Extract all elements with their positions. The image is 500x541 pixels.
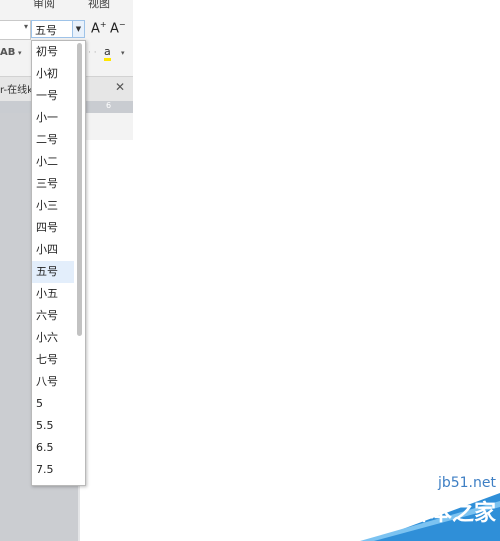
font-size-current-value: 五号 [35,24,57,37]
dropdown-scrollbar-thumb[interactable] [77,43,82,336]
shrink-font-button[interactable]: A− [110,20,126,36]
dropdown-item[interactable]: 初号 [32,41,74,63]
dropdown-item[interactable]: 小一 [32,107,74,129]
tab-review[interactable]: 审阅 [33,0,55,11]
watermark-site: jb51.net [437,475,496,491]
dropdown-item[interactable]: 八号 [32,371,74,393]
dropdown-item[interactable]: 小五 [32,283,74,305]
chevron-down-icon[interactable]: ▾ [121,49,125,57]
dropdown-item[interactable]: 七号 [32,349,74,371]
dropdown-item[interactable]: 6.5 [32,437,74,459]
separator-icon: · · [88,48,97,58]
close-icon[interactable]: ✕ [115,80,125,94]
dropdown-item[interactable]: 7.5 [32,459,74,481]
dropdown-item[interactable]: 小四 [32,239,74,261]
dropdown-item[interactable]: 三号 [32,173,74,195]
watermark-name: 脚本之家 [407,501,496,526]
dropdown-item[interactable]: 四号 [32,217,74,239]
document-tab-title[interactable]: r-在线k [0,81,33,96]
minus-icon: − [118,20,126,29]
dropdown-item[interactable]: 小六 [32,327,74,349]
dropdown-item[interactable]: 一号 [32,85,74,107]
dropdown-item[interactable]: 小初 [32,63,74,85]
dropdown-item[interactable]: 六号 [32,305,74,327]
font-size-dropdown-list[interactable]: 初号 小初 一号 小一 二号 小二 三号 小三 四号 小四 五号 小五 六号 小… [31,40,86,486]
grow-font-button[interactable]: A+ [91,20,107,36]
watermark: jb51.net 脚本之家 [360,471,500,541]
font-size-combobox[interactable]: 五号 ▼ [31,20,85,38]
dropdown-item[interactable]: 5.5 [32,415,74,437]
font-name-combobox[interactable]: ▾ [0,20,31,40]
chevron-down-icon[interactable]: ▼ [72,21,84,37]
ruler-number: 6 [106,101,112,110]
highlight-icon[interactable]: a [104,46,111,61]
dropdown-item[interactable]: 二号 [32,129,74,151]
plus-icon: + [99,20,107,29]
change-case-button[interactable]: AB [0,47,15,58]
dropdown-item-selected[interactable]: 五号 [32,261,74,283]
tab-view[interactable]: 视图 [88,0,110,11]
ribbon-tab-bar: 审阅 视图 [0,0,133,16]
dropdown-item[interactable]: 小三 [32,195,74,217]
chevron-down-icon[interactable]: ▾ [24,22,28,31]
dropdown-item[interactable]: 5 [32,393,74,415]
chevron-down-icon[interactable]: ▾ [18,49,22,57]
dropdown-item[interactable]: 小二 [32,151,74,173]
